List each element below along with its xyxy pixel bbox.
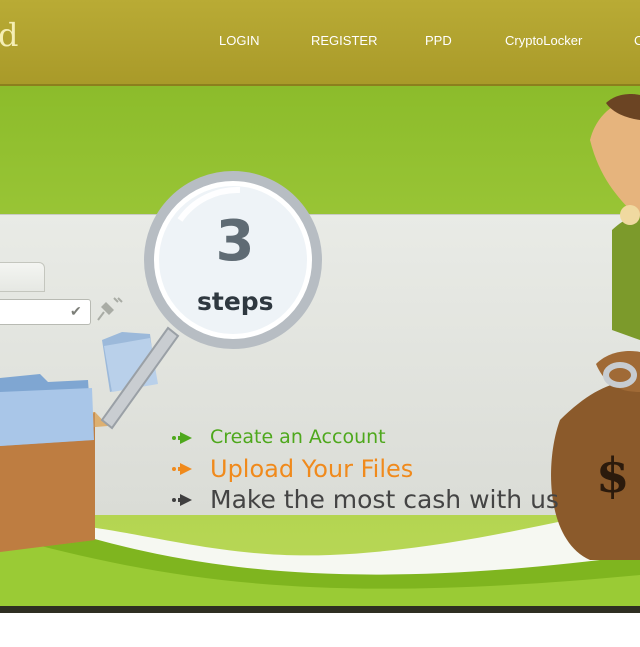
money-bag-icon: $ — [551, 351, 640, 560]
steps-count: 3 — [215, 209, 255, 274]
step-upload-files: Upload Your Files — [210, 455, 414, 483]
folder-icon-front — [0, 374, 94, 446]
hero-artwork: $ — [0, 94, 640, 606]
step-arrow-icon-3 — [172, 494, 192, 506]
step-create-account: Create an Account — [210, 426, 386, 448]
footer-space — [0, 613, 640, 647]
step-arrow-icon-1 — [172, 432, 192, 444]
step-arrow-icon-2 — [172, 463, 192, 475]
plug-icon — [97, 297, 123, 321]
dollar-sign-icon: $ — [596, 448, 629, 504]
step-make-cash: Make the most cash with us — [210, 485, 559, 514]
cartoon-man-illustration — [590, 94, 640, 340]
steps-word: steps — [197, 287, 274, 316]
footer-divider — [0, 606, 640, 613]
